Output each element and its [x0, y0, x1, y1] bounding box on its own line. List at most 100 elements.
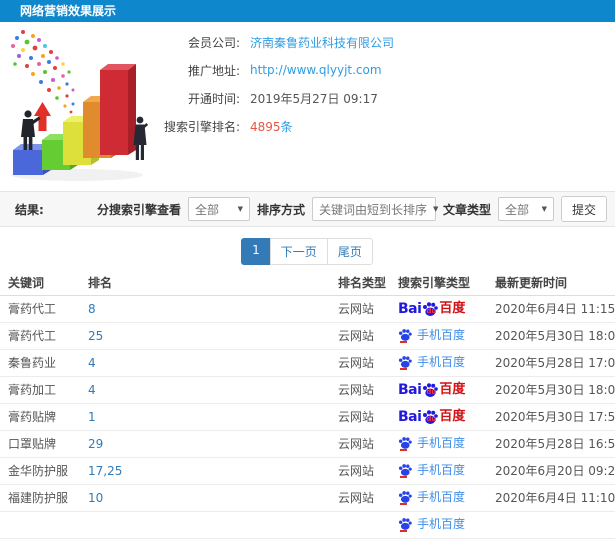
col-header-rank: 排名 — [85, 271, 335, 296]
mobile-baidu-logo: 手机百度 — [398, 328, 465, 343]
col-header-keyword: 关键词 — [0, 271, 85, 296]
open-time-label: 开通时间: — [187, 91, 240, 106]
engine-filter-value: 全部 — [194, 202, 219, 217]
rank-link[interactable] — [85, 511, 335, 539]
member-company-row: 会员公司: 济南秦鲁药业科技有限公司 — [156, 28, 394, 56]
engine-cell: 手机百度 — [395, 511, 492, 539]
rank-type-cell: 云网站 — [335, 295, 395, 323]
last-page-button[interactable]: 尾页 — [326, 238, 373, 265]
updated-cell: 2020年5月28日 17:02 — [492, 349, 615, 377]
mobile-baidu-logo: 手机百度 — [398, 436, 465, 451]
mobile-baidu-icon — [398, 463, 412, 478]
rank-count: 4895 — [250, 119, 281, 134]
rank-link[interactable]: 8 — [85, 295, 335, 323]
rank-link[interactable]: 4 — [85, 349, 335, 377]
updated-cell: 2020年6月4日 11:15 — [492, 295, 615, 323]
engine-rank-label: 搜索引擎排名: — [163, 119, 240, 134]
engine-cell: Bai du 百度 — [395, 403, 492, 431]
promo-url-label: 推广地址: — [187, 63, 240, 78]
engine-rank-row: 搜索引擎排名: 4895条 — [156, 112, 394, 140]
engine-filter-select[interactable]: 全部 ▼ — [187, 197, 250, 221]
rank-type-cell: 云网站 — [335, 457, 395, 485]
keyword-cell: 口罩贴牌 — [0, 430, 85, 458]
table-row: 金华防护服 17,25 云网站 手机百度 2020年6月20日 09:25 — [0, 457, 615, 485]
pagination: 1 下一页 尾页 — [0, 238, 615, 265]
updated-cell: 2020年6月20日 09:25 — [492, 457, 615, 485]
keyword-cell: 福建防护服 — [0, 484, 85, 512]
caret-down-icon: ▼ — [541, 205, 547, 213]
col-header-updated: 最新更新时间 — [492, 271, 615, 296]
caret-down-icon: ▼ — [432, 205, 439, 213]
engine-cell: 手机百度 — [395, 349, 492, 377]
col-header-engine-type: 搜索引擎类型 — [395, 271, 492, 296]
rank-link[interactable]: 25 — [85, 322, 335, 350]
results-filter-bar: 结果: 分搜索引擎查看 全部 ▼ 排序方式 关键词由短到长排序 ▼ 文章类型 全… — [0, 191, 615, 227]
table-row: 手机百度 — [0, 511, 615, 539]
article-type-label: 文章类型 — [442, 202, 491, 217]
engine-rank-value: 4895条 — [250, 118, 293, 135]
rank-link[interactable]: 1 — [85, 403, 335, 431]
mobile-baidu-icon — [398, 355, 412, 370]
ranking-table-wrap: 关键词 排名 排名类型 搜索引擎类型 最新更新时间 膏药代工 8 云网站 Bai… — [0, 271, 615, 539]
baidu-logo: Bai du 百度 — [398, 381, 466, 398]
next-page-button[interactable]: 下一页 — [269, 238, 328, 265]
member-company-link[interactable]: 济南秦鲁药业科技有限公司 — [250, 34, 394, 51]
baidu-logo: Bai du 百度 — [398, 300, 466, 317]
page-1-button[interactable]: 1 — [241, 238, 271, 265]
caret-down-icon: ▼ — [237, 205, 243, 213]
baidu-paw-icon: du — [422, 409, 439, 425]
rank-type-cell: 云网站 — [335, 349, 395, 377]
keyword-cell: 膏药加工 — [0, 376, 85, 404]
updated-cell — [492, 511, 615, 539]
engine-cell: 手机百度 — [395, 484, 492, 512]
sort-label: 排序方式 — [256, 202, 305, 217]
open-time-value: 2019年5月27日 09:17 — [250, 91, 378, 106]
member-company-label: 会员公司: — [187, 35, 240, 50]
page-title: 网络营销效果展示 — [20, 4, 117, 18]
page-title-bar: 网络营销效果展示 — [0, 0, 615, 22]
confetti-dots — [11, 30, 75, 114]
submit-button[interactable]: 提交 — [560, 196, 607, 222]
rank-type-cell: 云网站 — [335, 430, 395, 458]
sort-select[interactable]: 关键词由短到长排序 ▼ — [311, 197, 439, 221]
table-row: 膏药代工 8 云网站 Bai du 百度 2020年6月4日 11:15 — [0, 295, 615, 323]
table-row: 福建防护服 10 云网站 手机百度 2020年6月4日 11:10 — [0, 484, 615, 512]
mobile-baidu-icon — [398, 328, 412, 343]
table-row: 膏药加工 4 云网站 Bai du 百度 2020年5月30日 18:03 — [0, 376, 615, 404]
article-type-select[interactable]: 全部 ▼ — [497, 197, 554, 221]
mobile-baidu-logo: 手机百度 — [398, 355, 465, 370]
mobile-baidu-icon — [398, 490, 412, 505]
keyword-cell: 秦鲁药业 — [0, 349, 85, 377]
rank-type-cell: 云网站 — [335, 484, 395, 512]
mobile-baidu-logo: 手机百度 — [398, 490, 465, 505]
rank-link[interactable]: 29 — [85, 430, 335, 458]
promo-url-row: 推广地址: http://www.qlyyjt.com — [156, 56, 394, 84]
updated-cell: 2020年5月30日 17:58 — [492, 403, 615, 431]
keyword-cell: 金华防护服 — [0, 457, 85, 485]
updated-cell: 2020年5月30日 18:03 — [492, 376, 615, 404]
company-fields: 会员公司: 济南秦鲁药业科技有限公司 推广地址: http://www.qlyy… — [156, 28, 394, 140]
baidu-logo: Bai du 百度 — [398, 408, 466, 425]
company-info-panel: 会员公司: 济南秦鲁药业科技有限公司 推广地址: http://www.qlyy… — [0, 22, 615, 186]
table-header-row: 关键词 排名 排名类型 搜索引擎类型 最新更新时间 — [0, 271, 615, 296]
up-arrow-icon — [34, 102, 51, 131]
table-row: 秦鲁药业 4 云网站 手机百度 2020年5月28日 17:02 — [0, 349, 615, 377]
engine-cell: 手机百度 — [395, 457, 492, 485]
updated-cell: 2020年5月28日 16:55 — [492, 430, 615, 458]
rank-link[interactable]: 10 — [85, 484, 335, 512]
article-type-value: 全部 — [504, 202, 529, 217]
rank-type-cell: 云网站 — [335, 403, 395, 431]
rank-link[interactable]: 4 — [85, 376, 335, 404]
growth-chart-illustration — [5, 28, 167, 187]
keyword-cell: 膏药代工 — [0, 322, 85, 350]
results-label: 结果: — [15, 202, 44, 217]
updated-cell: 2020年6月4日 11:10 — [492, 484, 615, 512]
rank-link[interactable]: 17,25 — [85, 457, 335, 485]
table-row: 口罩贴牌 29 云网站 手机百度 2020年5月28日 16:55 — [0, 430, 615, 458]
promo-url-link[interactable]: http://www.qlyyjt.com — [250, 63, 382, 77]
mobile-baidu-icon — [398, 436, 412, 451]
engine-cell: 手机百度 — [395, 430, 492, 458]
table-row: 膏药代工 25 云网站 手机百度 2020年5月30日 18:06 — [0, 322, 615, 350]
mobile-baidu-icon — [398, 517, 412, 532]
col-header-rank-type: 排名类型 — [335, 271, 395, 296]
